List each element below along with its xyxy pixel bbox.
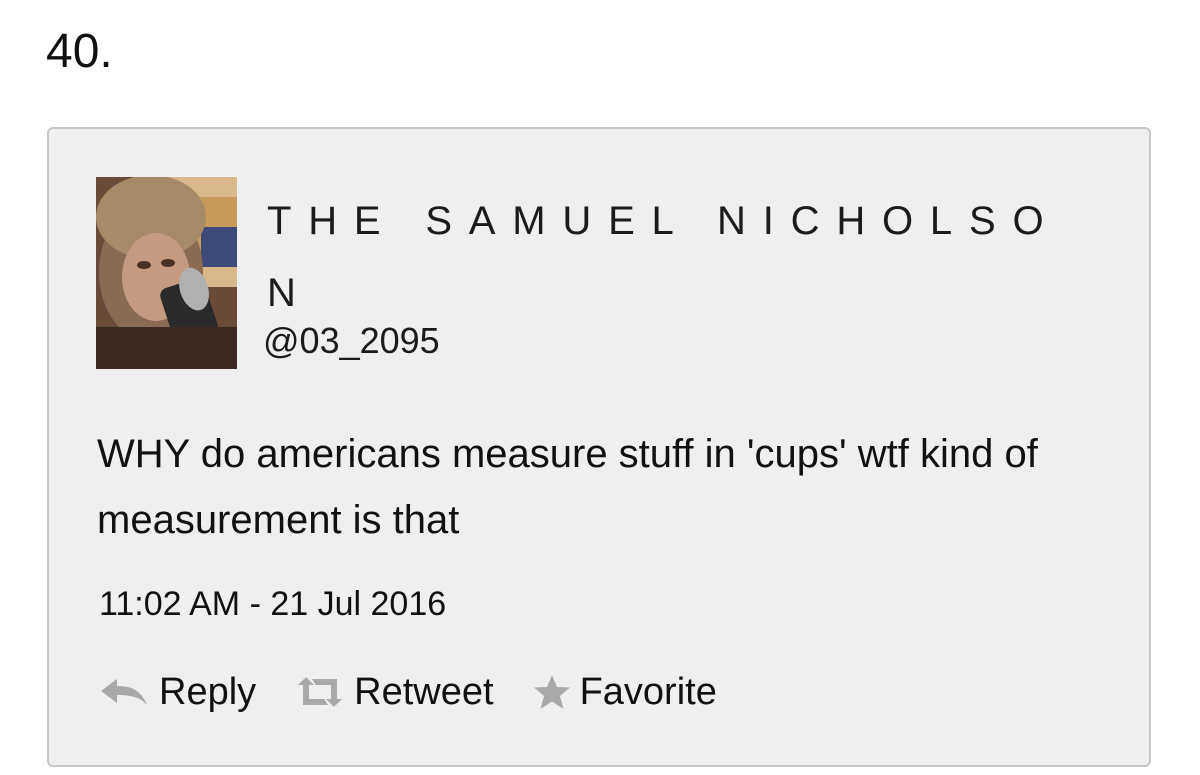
retweet-icon bbox=[294, 675, 346, 709]
list-item-number: 40. bbox=[46, 25, 113, 78]
user-handle[interactable]: @03_2095 bbox=[263, 319, 440, 363]
tweet-card: THE SAMUEL NICHOLSON @03_2095 WHY do ame… bbox=[47, 127, 1151, 767]
display-name[interactable]: THE SAMUEL NICHOLSON bbox=[267, 185, 1087, 329]
avatar[interactable] bbox=[96, 177, 237, 369]
tweet-actions: Reply Retweet Favorite bbox=[97, 667, 755, 717]
star-icon bbox=[532, 673, 572, 711]
reply-arrow-icon bbox=[97, 675, 151, 709]
tweet-timestamp[interactable]: 11:02 AM - 21 Jul 2016 bbox=[99, 582, 446, 626]
retweet-label: Retweet bbox=[354, 670, 494, 713]
tweet-text: WHY do americans measure stuff in 'cups'… bbox=[97, 432, 1038, 542]
favorite-label: Favorite bbox=[579, 670, 717, 713]
favorite-button[interactable]: Favorite bbox=[532, 671, 717, 714]
page: 40. THE SAMUEL NICHOLSON @03_2095 WHY do… bbox=[0, 0, 1200, 775]
reply-button[interactable]: Reply bbox=[97, 671, 256, 714]
reply-label: Reply bbox=[159, 670, 257, 713]
retweet-button[interactable]: Retweet bbox=[294, 670, 494, 714]
avatar-photo bbox=[96, 177, 237, 369]
